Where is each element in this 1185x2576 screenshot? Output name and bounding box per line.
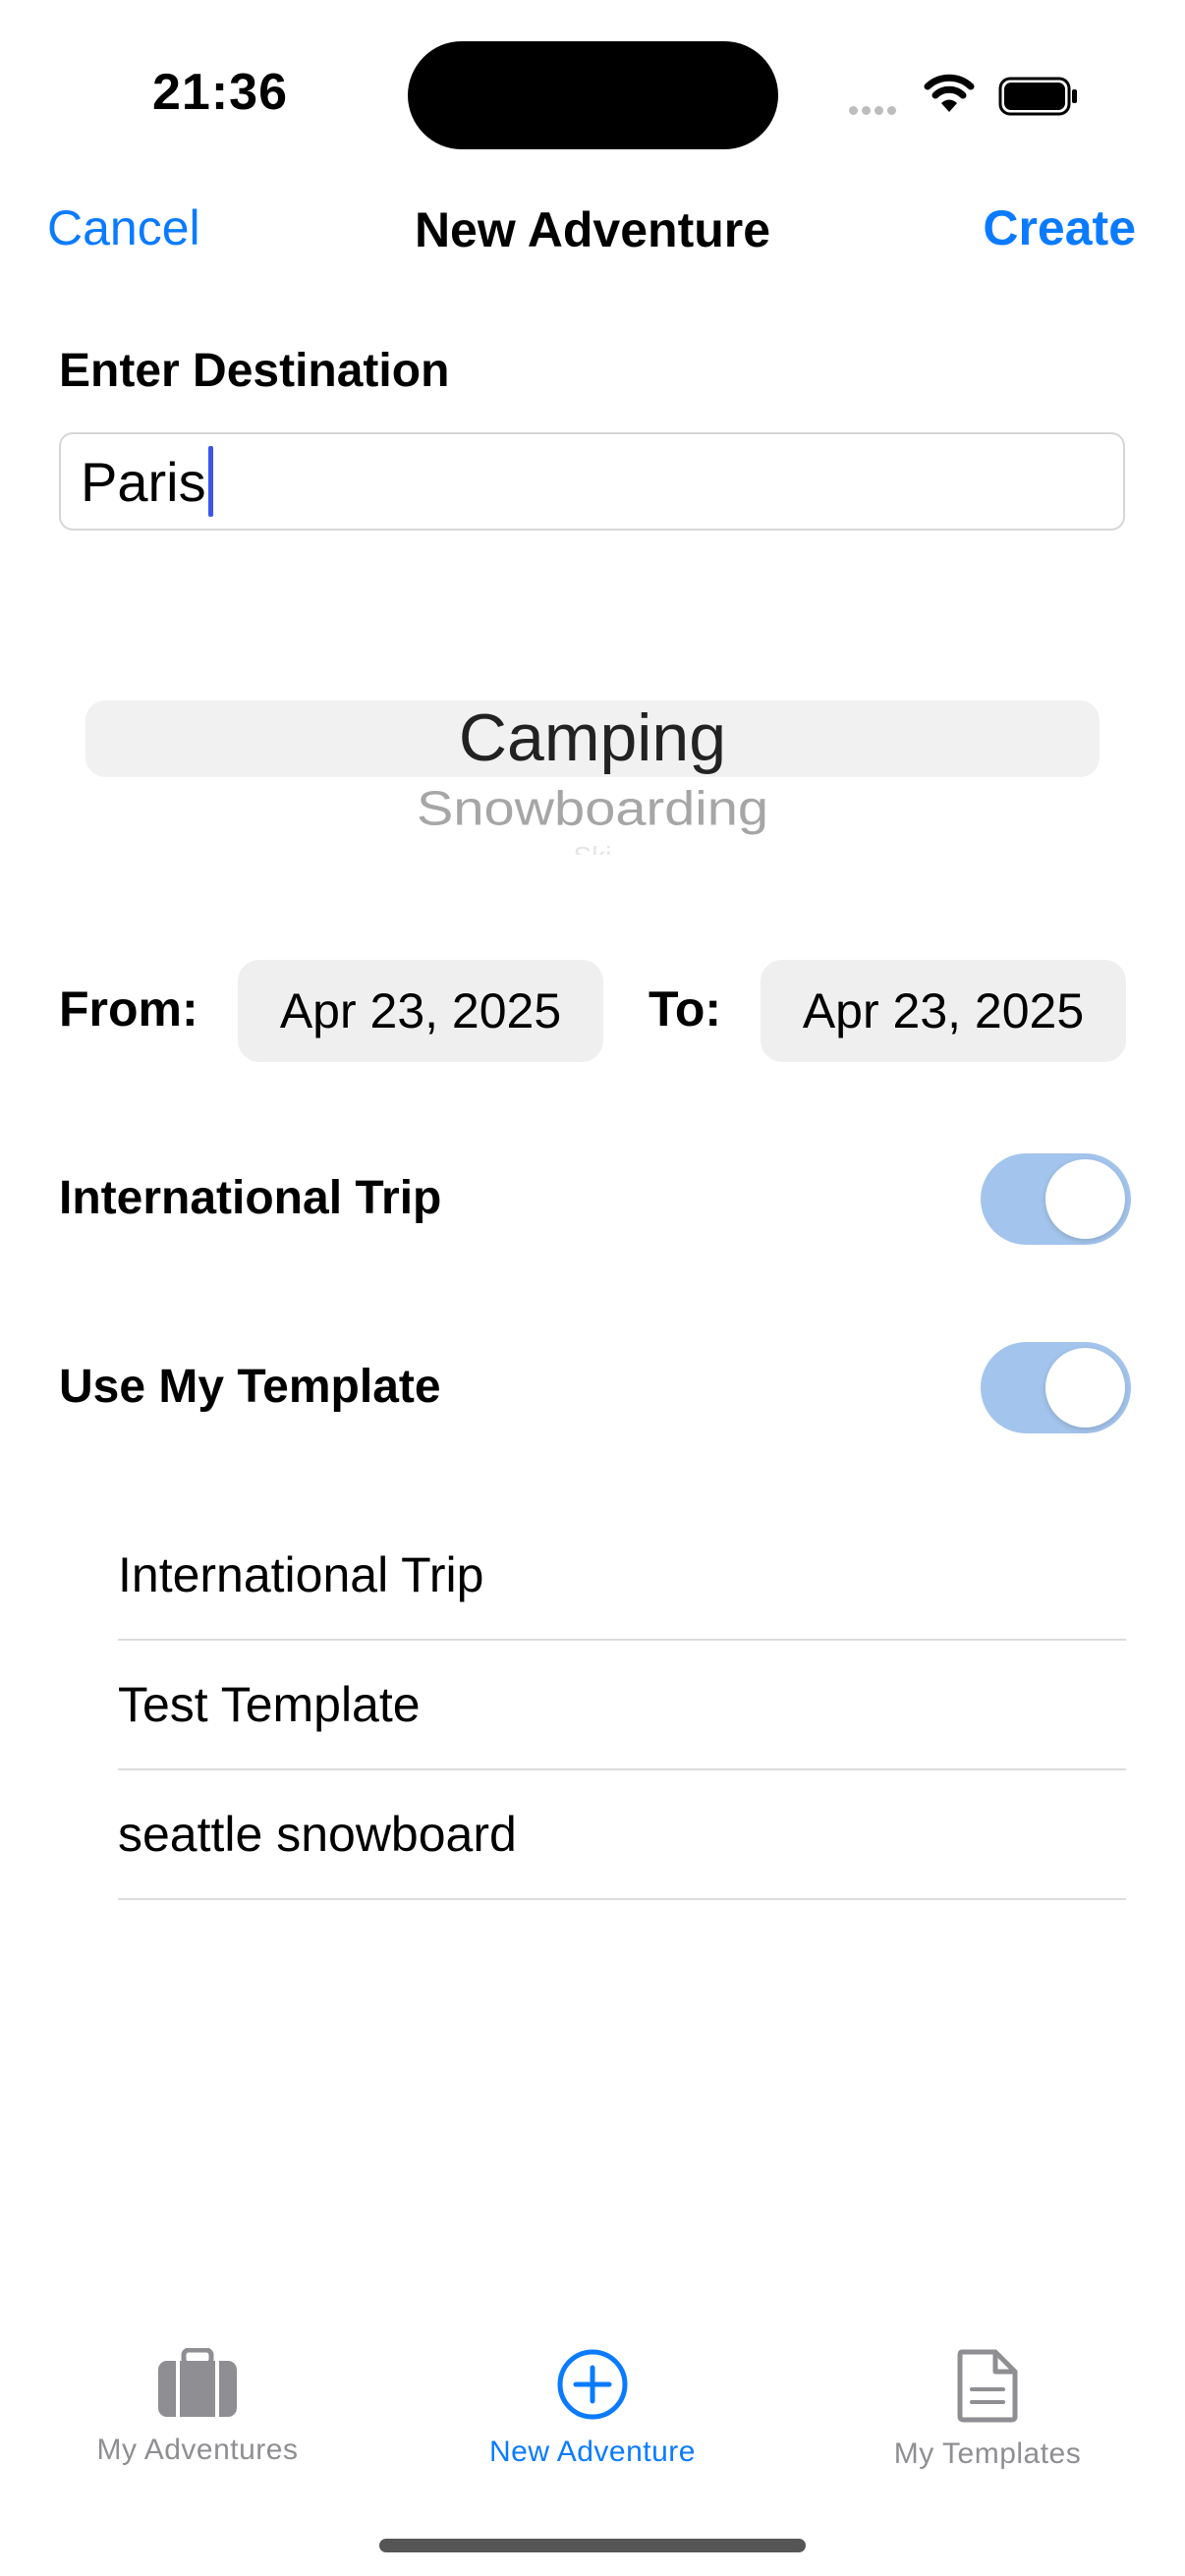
tab-my-adventures[interactable]: My Adventures — [0, 2347, 395, 2467]
text-caret — [207, 446, 213, 517]
template-list-item[interactable]: Test Template — [118, 1641, 1126, 1770]
toggle-knob — [1045, 1159, 1125, 1239]
tab-new-adventure[interactable]: New Adventure — [395, 2348, 790, 2469]
destination-input[interactable]: Paris — [59, 432, 1125, 531]
tab-label: My Templates — [893, 2437, 1082, 2470]
tab-label: New Adventure — [489, 2436, 696, 2468]
document-icon — [957, 2349, 1018, 2423]
picker-item[interactable]: Ski — [0, 841, 1185, 855]
create-button[interactable]: Create — [983, 199, 1136, 256]
use-template-toggle[interactable] — [981, 1342, 1131, 1433]
destination-value: Paris — [81, 450, 206, 513]
cellular-signal-icon — [849, 102, 900, 120]
international-trip-label: International Trip — [59, 1172, 442, 1224]
destination-label: Enter Destination — [59, 345, 450, 397]
toggle-knob — [1045, 1348, 1125, 1428]
to-date-button[interactable]: Apr 23, 2025 — [761, 960, 1126, 1062]
template-name: International Trip — [118, 1547, 484, 1602]
international-trip-toggle[interactable] — [981, 1153, 1131, 1245]
to-label: To: — [649, 981, 722, 1036]
template-list-item[interactable]: seattle snowboard — [118, 1770, 1126, 1900]
status-time: 21:36 — [152, 64, 288, 121]
from-label: From: — [59, 981, 198, 1036]
template-name: seattle snowboard — [118, 1807, 517, 1862]
use-template-label: Use My Template — [59, 1361, 441, 1413]
picker-item-selected[interactable]: Camping — [0, 700, 1185, 776]
dynamic-island — [408, 41, 778, 149]
picker-item[interactable]: Snowboarding — [0, 780, 1185, 836]
tab-label: My Adventures — [96, 2434, 299, 2466]
suitcase-icon — [158, 2347, 237, 2417]
tab-my-templates[interactable]: My Templates — [790, 2348, 1185, 2471]
template-name: Test Template — [118, 1677, 421, 1732]
wifi-icon — [924, 74, 975, 112]
template-list-item[interactable]: International Trip — [118, 1511, 1126, 1641]
battery-icon — [998, 77, 1077, 116]
from-date-button[interactable]: Apr 23, 2025 — [238, 960, 603, 1062]
plus-circle-icon — [557, 2349, 628, 2420]
home-indicator[interactable] — [379, 2539, 806, 2552]
